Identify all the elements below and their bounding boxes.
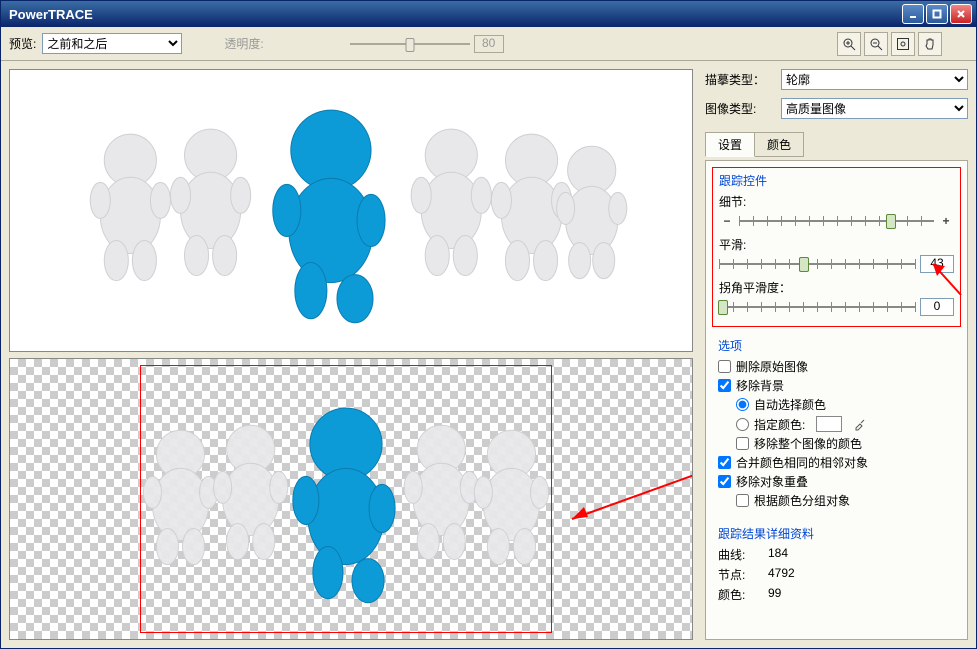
content-area: 描摹类型： 轮廓 图像类型: 高质量图像 设置 颜色 跟踪控件 细节: − [1,61,976,648]
maximize-button[interactable] [926,4,948,24]
tab-settings[interactable]: 设置 [705,132,755,157]
options-group: 选项 删除原始图像 移除背景 自动选择颜色 指定颜色: 移除整个图像的颜色 合并… [712,333,961,515]
remove-bg-checkbox[interactable] [718,379,731,392]
window-title: PowerTRACE [5,7,900,22]
zoom-in-icon[interactable] [837,32,861,56]
curves-label: 曲线: [718,546,768,563]
tab-color[interactable]: 颜色 [754,132,804,157]
nodes-value: 4792 [768,566,955,583]
minus-icon[interactable]: − [719,214,735,228]
results-title: 跟踪结果详细资料 [718,525,955,542]
opacity-value: 80 [474,35,504,53]
corner-label: 拐角平滑度： [719,279,954,296]
preview-select[interactable]: 之前和之后 [42,33,182,54]
preview-label: 预览: [9,35,36,52]
powertrace-window: PowerTRACE 预览: 之前和之后 透明度: 80 [0,0,977,649]
tracking-title: 跟踪控件 [719,172,954,189]
remove-overlap-checkbox[interactable] [718,475,731,488]
opacity-label: 透明度: [224,35,263,52]
delete-original-checkbox[interactable] [718,360,731,373]
smooth-slider[interactable] [719,255,916,273]
auto-color-radio[interactable] [736,398,749,411]
colors-label: 颜色: [718,586,768,603]
results-group: 跟踪结果详细资料 曲线: 184 节点: 4792 颜色: 99 [712,521,961,607]
smooth-value[interactable]: 43 [920,255,954,273]
remove-whole-color-checkbox[interactable] [736,437,749,450]
eyedropper-icon[interactable] [851,415,869,433]
close-button[interactable] [950,4,972,24]
merge-adjacent-checkbox[interactable] [718,456,731,469]
settings-panel: 描摹类型： 轮廓 图像类型: 高质量图像 设置 颜色 跟踪控件 细节: − [701,61,976,648]
plus-icon[interactable]: + [938,214,954,228]
detail-label: 细节: [719,193,954,210]
selection-frame [140,365,552,634]
image-type-label: 图像类型: [705,100,775,117]
group-by-color-checkbox[interactable] [736,494,749,507]
toolbar: 预览: 之前和之后 透明度: 80 [1,27,976,61]
original-image [10,70,692,351]
color-swatch[interactable] [816,416,842,432]
zoom-fit-icon[interactable] [891,32,915,56]
specify-color-radio[interactable] [736,418,749,431]
after-preview[interactable] [9,358,693,641]
before-preview[interactable] [9,69,693,352]
tab-bar: 设置 颜色 [705,131,968,156]
zoom-out-icon[interactable] [864,32,888,56]
preview-pane [1,61,701,648]
trace-type-select[interactable]: 轮廓 [781,69,968,90]
titlebar: PowerTRACE [1,1,976,27]
pan-icon[interactable] [918,32,942,56]
minimize-button[interactable] [902,4,924,24]
trace-type-label: 描摹类型： [705,71,775,88]
options-title: 选项 [718,337,955,354]
tracking-controls-group: 跟踪控件 细节: − + 平滑: 43 拐角平滑度： 0 [712,167,961,327]
nodes-label: 节点: [718,566,768,583]
smooth-label: 平滑: [719,236,954,253]
image-type-select[interactable]: 高质量图像 [781,98,968,119]
opacity-slider [350,35,470,53]
corner-value[interactable]: 0 [920,298,954,316]
detail-slider[interactable] [739,212,934,230]
curves-value: 184 [768,546,955,563]
colors-value: 99 [768,586,955,603]
tab-panel: 跟踪控件 细节: − + 平滑: 43 拐角平滑度： 0 [705,160,968,640]
corner-slider[interactable] [719,298,916,316]
